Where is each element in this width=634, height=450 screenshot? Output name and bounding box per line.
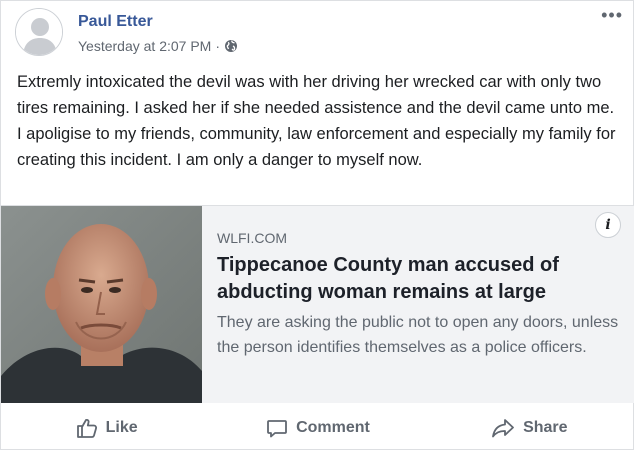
share-arrow-icon <box>492 419 514 438</box>
link-preview-card[interactable]: i WLFI.COM Tippecanoe County man accused… <box>1 205 634 403</box>
like-label: Like <box>105 419 138 436</box>
post-text: Extremly intoxicated the devil was with … <box>17 73 616 169</box>
avatar[interactable] <box>15 8 63 56</box>
default-profile-icon <box>16 9 62 55</box>
share-button[interactable]: Share <box>424 405 634 450</box>
globe-icon[interactable] <box>224 39 238 53</box>
post-header: Paul Etter Yesterday at 2:07 PM · ••• <box>1 1 634 67</box>
action-bar: Like Comment Share <box>1 405 634 450</box>
post-timestamp[interactable]: Yesterday at 2:07 PM <box>78 38 211 54</box>
link-info[interactable]: i WLFI.COM Tippecanoe County man accused… <box>202 206 634 403</box>
info-icon[interactable]: i <box>595 212 621 238</box>
link-description: They are asking the public not to open a… <box>217 314 619 356</box>
meta-separator: · <box>215 38 221 54</box>
facebook-post: Paul Etter Yesterday at 2:07 PM · ••• Ex… <box>0 0 634 450</box>
author-name[interactable]: Paul Etter <box>78 13 153 31</box>
more-options-icon[interactable]: ••• <box>601 6 623 24</box>
link-domain: WLFI.COM <box>217 230 287 246</box>
link-thumbnail-image[interactable] <box>1 206 202 403</box>
comment-label: Comment <box>296 419 370 436</box>
share-label: Share <box>523 419 568 436</box>
like-button[interactable]: Like <box>1 405 212 450</box>
post-meta: Yesterday at 2:07 PM · <box>78 38 238 54</box>
mugshot-photo <box>1 206 202 403</box>
thumbs-up-icon <box>76 418 97 438</box>
link-headline[interactable]: Tippecanoe County man accused of abducti… <box>217 252 607 306</box>
comment-icon <box>267 420 287 438</box>
comment-button[interactable]: Comment <box>212 405 423 450</box>
